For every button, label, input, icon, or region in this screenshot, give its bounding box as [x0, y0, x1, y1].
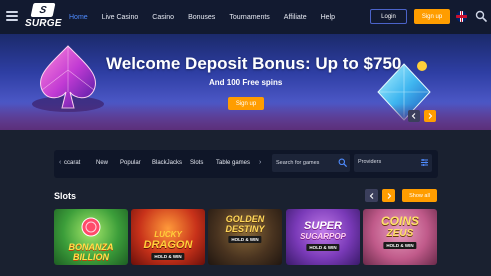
nav-casino[interactable]: Casino	[152, 14, 174, 21]
search-icon[interactable]	[338, 158, 347, 167]
slot-title-line1: SUPER	[304, 220, 342, 232]
signup-button[interactable]: Sign up	[414, 9, 450, 24]
slots-section-title: Slots	[54, 191, 77, 201]
nav-tournaments[interactable]: Tournaments	[229, 14, 269, 21]
slot-title-line2: DRAGON	[143, 239, 193, 251]
login-button[interactable]: Login	[370, 9, 407, 24]
category-scroll-right-icon[interactable]: ›	[259, 159, 261, 166]
slot-title-line1: LUCKY	[154, 230, 182, 239]
slot-title-line1: GOLDEN	[225, 214, 265, 224]
slots-prev-button[interactable]	[365, 189, 378, 202]
providers-label: Providers	[358, 159, 382, 165]
slot-tile-bonanza-billion[interactable]: BONANZA BILLION	[54, 209, 128, 265]
slot-badge: HOLD & WIN	[228, 236, 262, 243]
banner-next-button[interactable]	[424, 110, 436, 122]
chevron-right-icon	[428, 113, 433, 119]
slot-title-line1: BONANZA	[68, 242, 114, 252]
slot-badge: HOLD & WIN	[151, 253, 185, 260]
category-slots[interactable]: Slots	[190, 160, 203, 166]
nav-home[interactable]: Home	[69, 14, 88, 21]
banner-signup-button[interactable]: Sign up	[228, 97, 264, 110]
search-icon[interactable]	[475, 10, 487, 22]
nav-live-casino[interactable]: Live Casino	[102, 14, 139, 21]
slots-next-button[interactable]	[382, 189, 395, 202]
game-search-field[interactable]	[272, 154, 350, 172]
banner-prev-button[interactable]	[408, 110, 420, 122]
banner-title: Welcome Deposit Bonus: Up to $750	[106, 54, 402, 73]
main-nav: Home Live Casino Casino Bonuses Tourname…	[69, 0, 349, 34]
surge-logo[interactable]: S SURGE	[25, 3, 61, 31]
slot-tile-super-sugarpop[interactable]: SUPER SUGARPOP HOLD & WIN	[286, 209, 360, 265]
slot-title-line2: BILLION	[73, 252, 109, 262]
logo-text: SURGE	[25, 18, 62, 29]
show-all-slots-button[interactable]: Show all	[402, 189, 437, 202]
slot-title-line2: DESTINY	[225, 224, 265, 234]
logo-badge: S	[30, 3, 56, 17]
hamburger-menu-icon[interactable]	[6, 11, 18, 21]
providers-dropdown[interactable]: Providers	[354, 154, 432, 172]
spade-gem-illustration	[32, 45, 104, 112]
banner-subtitle: And 100 Free spins	[209, 78, 283, 87]
category-new[interactable]: New	[96, 160, 108, 166]
chevron-left-icon	[369, 192, 373, 199]
slot-badge: HOLD & WIN	[306, 244, 340, 251]
category-table-games[interactable]: Table games	[216, 160, 250, 166]
top-header: S SURGE Home Live Casino Casino Bonuses …	[0, 0, 491, 34]
slot-title-line2: SUGARPOP	[300, 232, 346, 241]
category-baccarat[interactable]: ccarat	[64, 160, 80, 166]
category-scroll-left-icon[interactable]: ‹	[59, 159, 61, 166]
nav-bonuses[interactable]: Bonuses	[188, 14, 215, 21]
game-search-input[interactable]	[276, 158, 334, 168]
slot-title-line2: ZEUS	[386, 228, 414, 239]
uk-flag-icon[interactable]	[456, 11, 467, 22]
slot-title-line1: COINS	[380, 214, 419, 228]
nav-affiliate[interactable]: Affiliate	[284, 14, 307, 21]
slot-tile-lucky-dragon[interactable]: LUCKY DRAGON HOLD & WIN	[131, 209, 205, 265]
chevron-right-icon	[387, 192, 391, 199]
slot-badge: HOLD & WIN	[383, 242, 417, 249]
slot-tile-golden-destiny[interactable]: GOLDEN DESTINY HOLD & WIN	[208, 209, 282, 265]
category-blackjacks[interactable]: BlackJacks	[152, 160, 182, 166]
category-popular[interactable]: Popular	[120, 160, 141, 166]
chevron-left-icon	[411, 113, 416, 119]
nav-help[interactable]: Help	[321, 14, 335, 21]
filter-sliders-icon	[421, 159, 428, 166]
slot-tile-coins-of-zeus[interactable]: COINS ZEUS HOLD & WIN	[363, 209, 437, 265]
